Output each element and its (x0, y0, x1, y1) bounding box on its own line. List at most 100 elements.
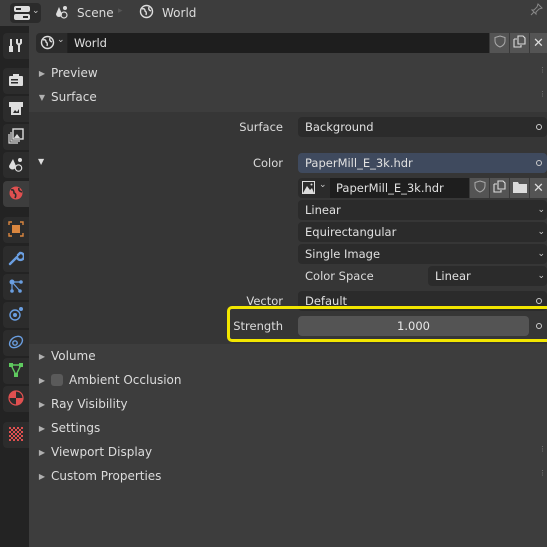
physics-icon (8, 306, 24, 325)
duplicate-image-button[interactable] (489, 178, 509, 198)
shield-icon (494, 35, 506, 51)
panel-viewport-display-header[interactable]: ▶ Viewport Display ⋮⋮ (29, 440, 547, 464)
image-name-input[interactable]: PaperMill_E_3k.hdr (330, 178, 469, 198)
unlink-image-button[interactable]: ✕ (529, 178, 547, 198)
tab-physics[interactable] (3, 302, 29, 328)
panel-title: Preview (51, 66, 98, 80)
tab-output[interactable] (3, 96, 29, 122)
panel-title: Custom Properties (51, 469, 162, 483)
view-layer-icon (8, 127, 24, 147)
tab-material[interactable] (3, 386, 29, 412)
close-icon: ✕ (533, 35, 544, 51)
chevron-down-icon: ⌄ (57, 35, 65, 45)
interpolation-dropdown[interactable]: Linear ⌄ (298, 200, 547, 220)
wrench-icon (8, 250, 26, 269)
collapse-arrow-right-icon: ▶ (38, 447, 46, 457)
chevron-down-icon: ⌄ (319, 180, 327, 190)
world-icon (40, 35, 55, 53)
panel-preview-header[interactable]: ▶ Preview ⋮⋮ (29, 61, 547, 85)
socket-dot-icon (536, 298, 542, 304)
panel-title: Surface (51, 90, 97, 104)
strength-highlight-box (227, 306, 547, 342)
header-bar: ⌄ Scene ▸ World (0, 0, 547, 26)
scene-icon (8, 156, 24, 175)
material-icon (8, 389, 24, 409)
source-value: Single Image (305, 247, 381, 261)
tab-view-layer[interactable] (3, 124, 29, 150)
panel-volume-header[interactable]: ▶ Volume (29, 344, 547, 368)
drag-grip-icon[interactable]: ⋮⋮ (539, 67, 547, 76)
panel-title: Ray Visibility (51, 397, 128, 411)
tab-modifiers[interactable] (3, 246, 29, 272)
color-input-value: PaperMill_E_3k.hdr (305, 156, 413, 170)
surface-shader-field[interactable]: Background (298, 117, 547, 137)
collapse-arrow-right-icon: ▶ (38, 351, 46, 361)
surface-shader-value: Background (305, 120, 374, 134)
color-input-field[interactable]: PaperMill_E_3k.hdr (298, 153, 547, 173)
panel-ambient-occlusion-header[interactable]: ▶ Ambient Occlusion (29, 368, 547, 392)
fake-user-button[interactable] (489, 33, 509, 53)
world-icon (139, 4, 154, 22)
source-dropdown[interactable]: Single Image ⌄ (298, 244, 547, 264)
breadcrumb-separator-icon: ▸ (118, 6, 123, 16)
tab-data[interactable] (3, 358, 29, 384)
projection-value: Equirectangular (305, 225, 397, 239)
color-space-label: Color Space (305, 269, 374, 283)
tab-texture[interactable] (3, 422, 29, 448)
ambient-occlusion-checkbox[interactable] (51, 374, 63, 386)
chevron-down-icon: ⌄ (32, 6, 40, 16)
close-icon: ✕ (533, 180, 544, 196)
panel-ray-visibility-header[interactable]: ▶ Ray Visibility (29, 392, 547, 416)
tab-object[interactable] (3, 217, 29, 243)
panel-title: Viewport Display (51, 445, 153, 459)
collapse-arrow-right-icon: ▶ (38, 399, 46, 409)
texture-icon (8, 426, 24, 445)
panel-surface-header[interactable]: ▼ Surface ⋮⋮ (29, 85, 547, 109)
world-icon (8, 185, 24, 204)
open-image-button[interactable] (509, 178, 529, 198)
interpolation-value: Linear (305, 203, 341, 217)
world-browse-button[interactable]: ⌄ (36, 33, 68, 53)
collapse-arrow-right-icon: ▶ (38, 471, 46, 481)
tab-constraints[interactable] (3, 330, 29, 356)
fake-user-button[interactable] (469, 178, 489, 198)
color-space-value: Linear (435, 269, 471, 283)
object-icon (8, 220, 24, 240)
duplicate-icon (513, 35, 526, 51)
breadcrumb-label: Scene (77, 6, 114, 20)
tab-world[interactable] (3, 181, 29, 207)
tab-scene[interactable] (3, 152, 29, 178)
scene-icon (55, 5, 69, 22)
collapse-arrow-right-icon: ▶ (38, 68, 46, 78)
unlink-world-button[interactable]: ✕ (529, 33, 547, 53)
breadcrumb-world[interactable]: World (139, 4, 196, 22)
pin-icon[interactable] (530, 3, 543, 20)
expand-arrow-down-icon[interactable]: ▼ (38, 157, 44, 166)
particles-icon (8, 278, 24, 297)
panel-title: Volume (51, 349, 96, 363)
color-space-dropdown[interactable]: Linear ⌄ (428, 266, 547, 286)
breadcrumb-label: World (162, 6, 197, 20)
tab-render[interactable] (3, 68, 29, 94)
tab-particles[interactable] (3, 274, 29, 300)
collapse-arrow-right-icon: ▶ (38, 375, 46, 385)
tab-tool[interactable] (3, 33, 29, 59)
drag-grip-icon[interactable]: ⋮⋮ (539, 470, 547, 479)
world-name-input[interactable]: World (68, 33, 489, 53)
panel-custom-properties-header[interactable]: ▶ Custom Properties ⋮⋮ (29, 464, 547, 488)
image-icon (302, 181, 315, 197)
output-icon (8, 100, 24, 119)
panel-settings-header[interactable]: ▶ Settings (29, 416, 547, 440)
projection-dropdown[interactable]: Equirectangular ⌄ (298, 222, 547, 242)
duplicate-world-button[interactable] (509, 33, 529, 53)
collapse-arrow-right-icon: ▶ (38, 423, 46, 433)
breadcrumb-scene[interactable]: Scene (55, 4, 114, 22)
chevron-down-icon: ⌄ (537, 227, 545, 237)
drag-grip-icon[interactable]: ⋮⋮ (539, 446, 547, 455)
editor-type-button[interactable]: ⌄ (10, 3, 41, 23)
image-browse-button[interactable]: ⌄ (298, 178, 330, 198)
drag-grip-icon[interactable]: ⋮⋮ (539, 91, 547, 100)
socket-dot-icon (536, 124, 542, 130)
properties-tab-bar (0, 26, 29, 547)
constraints-icon (8, 334, 24, 353)
